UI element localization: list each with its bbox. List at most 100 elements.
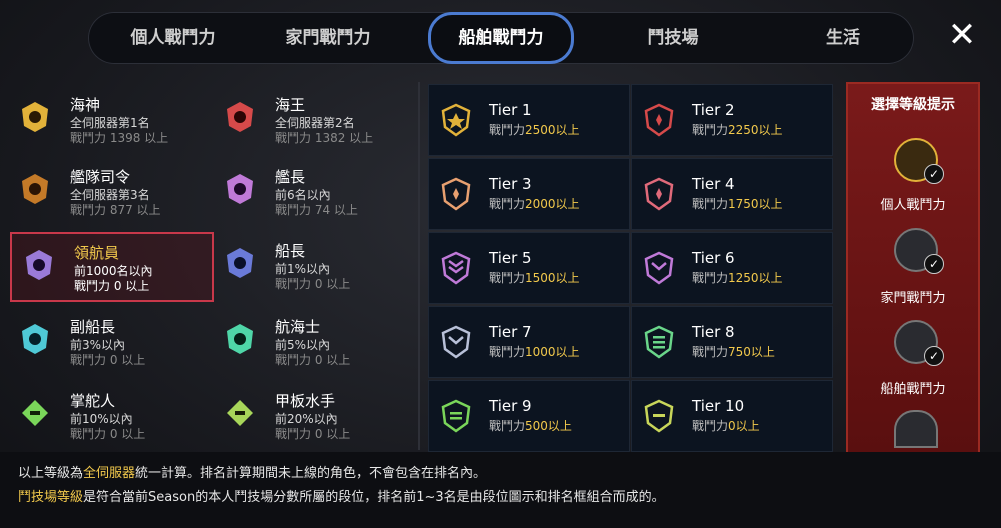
tier-card: Tier 4 戰鬥力1750以上	[631, 158, 833, 230]
footer-notes: 以上等級為全伺服器統一計算。排名計算期間未上線的角色，不會包含在排名內。 鬥技場…	[0, 452, 1001, 528]
tier-card: Tier 7 戰鬥力1000以上	[428, 306, 630, 378]
rank-name: 掌舵人	[70, 392, 116, 410]
rank-name: 副船長	[70, 318, 116, 336]
rank-item[interactable]: 海神 全伺服器第1名 戰鬥力 1398 以上	[8, 86, 208, 152]
rank-item[interactable]: 掌舵人 前10%以內 戰鬥力 0 以上	[8, 382, 208, 448]
tier-threshold: 戰鬥力2500以上	[489, 121, 580, 138]
tier-card: Tier 5 戰鬥力1500以上	[428, 232, 630, 304]
check-icon: ✓	[924, 254, 944, 274]
rank-emblem-icon	[227, 174, 253, 204]
rank-emblem-icon	[227, 248, 253, 278]
tier-power-value: 2250以上	[728, 123, 783, 137]
tier-threshold: 戰鬥力1750以上	[692, 195, 783, 212]
rank-power: 戰鬥力 877 以上	[70, 203, 161, 217]
tier-shield-icon	[441, 325, 471, 359]
rank-emblem-icon	[22, 324, 48, 354]
tier-name: Tier 7	[489, 323, 532, 341]
tier-power-value: 2000以上	[525, 197, 580, 211]
rank-power: 戰鬥力 0 以上	[275, 277, 351, 291]
rank-name: 航海士	[275, 318, 321, 336]
rank-item[interactable]: 副船長 前3%以內 戰鬥力 0 以上	[8, 308, 208, 374]
tier-power-value: 1250以上	[728, 271, 783, 285]
rank-power: 戰鬥力 1398 以上	[70, 131, 169, 145]
tier-shield-icon	[441, 251, 471, 285]
tier-name: Tier 2	[692, 101, 735, 119]
tier-power-label: 戰鬥力	[692, 197, 729, 211]
rank-power: 戰鬥力 0 以上	[70, 427, 146, 441]
tier-name: Tier 4	[692, 175, 735, 193]
tier-threshold: 戰鬥力2250以上	[692, 121, 783, 138]
rank-name: 甲板水手	[275, 392, 336, 410]
tier-power-label: 戰鬥力	[692, 123, 729, 137]
tier-power-value: 1500以上	[525, 271, 580, 285]
check-icon: ✓	[924, 164, 944, 184]
rank-emblem-icon	[227, 102, 253, 132]
option-family-power[interactable]: 家門戰鬥力	[848, 287, 978, 306]
check-icon: ✓	[924, 346, 944, 366]
rank-power: 戰鬥力 0 以上	[74, 279, 150, 293]
close-icon: ✕	[947, 15, 977, 55]
rank-power: 戰鬥力 0 以上	[70, 353, 146, 367]
tier-name: Tier 10	[692, 397, 745, 415]
tier-threshold: 戰鬥力1000以上	[489, 343, 580, 360]
rank-emblem-icon	[227, 324, 253, 354]
rank-item[interactable]: 艦長 前6名以內 戰鬥力 74 以上	[213, 158, 413, 224]
tier-card: Tier 2 戰鬥力2250以上	[631, 84, 833, 156]
grade-hint-panel: 選擇等級提示 ✓ 個人戰鬥力 ✓ 家門戰鬥力 ✓ 船舶戰鬥力	[846, 82, 980, 454]
rank-item[interactable]: 艦隊司令 全伺服器第3名 戰鬥力 877 以上	[8, 158, 208, 224]
footer-text: 統一計算。排名計算期間未上線的角色，不會包含在排名內。	[135, 466, 487, 481]
close-button[interactable]: ✕	[946, 18, 978, 52]
footer-line-2: 鬥技場等級是符合當前Season的本人鬥技場分數所屬的段位，排名前1~3名是由段…	[18, 486, 665, 505]
tier-power-label: 戰鬥力	[489, 271, 526, 285]
rank-item[interactable]: 航海士 前5%以內 戰鬥力 0 以上	[213, 308, 413, 374]
rank-power: 戰鬥力 0 以上	[275, 427, 351, 441]
tier-name: Tier 8	[692, 323, 735, 341]
rank-name: 海神	[70, 96, 101, 114]
rank-item-selected[interactable]: 領航員 前1000名以內 戰鬥力 0 以上	[10, 232, 214, 302]
tier-threshold: 戰鬥力500以上	[489, 417, 572, 434]
tier-name: Tier 3	[489, 175, 532, 193]
tier-power-label: 戰鬥力	[489, 123, 526, 137]
option-personal-power[interactable]: 個人戰鬥力	[848, 194, 978, 213]
rank-item[interactable]: 船長 前1%以內 戰鬥力 0 以上	[213, 232, 413, 298]
rank-power: 戰鬥力 1382 以上	[275, 131, 374, 145]
rank-emblem-icon	[22, 102, 48, 132]
grade-hint-title: 選擇等級提示	[871, 97, 955, 113]
tier-power-label: 戰鬥力	[692, 345, 729, 359]
tier-name: Tier 1	[489, 101, 532, 119]
tier-power-label: 戰鬥力	[692, 271, 729, 285]
tab-family-power[interactable]: 家門戰鬥力	[258, 12, 398, 64]
tab-life[interactable]: 生活	[768, 12, 918, 64]
rank-power: 戰鬥力 0 以上	[275, 353, 351, 367]
tier-threshold: 戰鬥力750以上	[692, 343, 775, 360]
rank-name: 船長	[275, 242, 306, 260]
category-tab-bar: 個人戰鬥力 家門戰鬥力 船舶戰鬥力 鬥技場 生活	[88, 12, 914, 64]
rank-item[interactable]: 海王 全伺服器第2名 戰鬥力 1382 以上	[213, 86, 413, 152]
tier-card: Tier 10 戰鬥力0以上	[631, 380, 833, 452]
rank-emblem-icon	[26, 250, 52, 280]
tab-personal-power[interactable]: 個人戰鬥力	[98, 12, 248, 64]
tier-shield-icon	[441, 177, 471, 211]
rank-item[interactable]: 甲板水手 前20%以內 戰鬥力 0 以上	[213, 382, 413, 448]
footer-highlight: 鬥技場等級	[18, 490, 84, 505]
arena-badge-icon[interactable]	[894, 410, 938, 448]
rank-name: 艦長	[275, 168, 306, 186]
tier-name: Tier 9	[489, 397, 532, 415]
tier-power-value: 2500以上	[525, 123, 580, 137]
footer-highlight: 全伺服器	[83, 466, 136, 481]
tier-threshold: 戰鬥力1500以上	[489, 269, 580, 286]
tier-card: Tier 9 戰鬥力500以上	[428, 380, 630, 452]
tab-ship-power[interactable]: 船舶戰鬥力	[428, 12, 574, 64]
tier-power-label: 戰鬥力	[692, 419, 729, 433]
tier-shield-icon	[644, 399, 674, 433]
option-ship-power[interactable]: 船舶戰鬥力	[848, 378, 978, 397]
tier-threshold: 戰鬥力2000以上	[489, 195, 580, 212]
rank-emblem-icon	[227, 400, 253, 426]
tier-threshold: 戰鬥力1250以上	[692, 269, 783, 286]
tier-name: Tier 6	[692, 249, 735, 267]
tier-shield-icon	[441, 399, 471, 433]
tier-shield-icon	[644, 251, 674, 285]
tier-card: Tier 8 戰鬥力750以上	[631, 306, 833, 378]
tier-card: Tier 1 戰鬥力2500以上	[428, 84, 630, 156]
tab-arena[interactable]: 鬥技場	[598, 12, 748, 64]
